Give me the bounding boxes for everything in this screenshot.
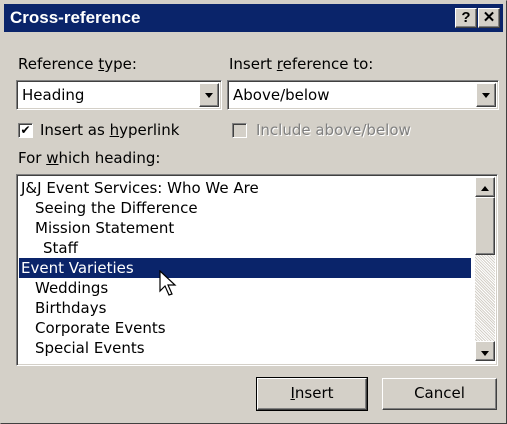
insert-reference-to-dropdown-button[interactable]: [476, 83, 496, 107]
list-item[interactable]: J&J Event Services: Who We Are: [19, 178, 471, 198]
close-icon: ✕: [482, 9, 496, 26]
vertical-scrollbar[interactable]: [475, 177, 495, 361]
dialog-title: Cross-reference: [10, 8, 141, 27]
list-item[interactable]: Staff: [19, 238, 471, 258]
list-item[interactable]: Mission Statement: [19, 218, 471, 238]
cancel-button[interactable]: Cancel: [382, 378, 497, 410]
insert-as-hyperlink-label[interactable]: Insert as hyperlink: [40, 121, 179, 139]
list-item[interactable]: Birthdays: [19, 298, 471, 318]
help-button[interactable]: ?: [455, 8, 477, 28]
scrollbar-thumb[interactable]: [475, 197, 495, 255]
chevron-down-icon: [205, 93, 213, 98]
reference-type-select[interactable]: Heading: [16, 80, 222, 110]
scroll-up-button[interactable]: [475, 177, 495, 197]
arrow-pointer-icon: [159, 270, 177, 296]
include-above-below-label: Include above/below: [256, 121, 411, 139]
list-item[interactable]: Special Events: [19, 338, 471, 358]
include-above-below-checkbox[interactable]: [232, 123, 247, 138]
chevron-down-icon: [482, 93, 490, 98]
list-item[interactable]: Weddings: [19, 278, 471, 298]
heading-list-items: J&J Event Services: Who We Are Seeing th…: [19, 178, 473, 362]
insert-reference-to-value: Above/below: [233, 86, 330, 104]
insert-button[interactable]: Insert: [256, 377, 368, 411]
cross-reference-dialog: Cross-reference ? ✕ Reference type: Head…: [0, 0, 507, 424]
reference-type-dropdown-button[interactable]: [199, 83, 219, 107]
insert-reference-to-select[interactable]: Above/below: [227, 80, 499, 110]
for-which-heading-label: For which heading:: [18, 149, 161, 167]
insert-as-hyperlink-checkbox[interactable]: ✔: [18, 123, 33, 138]
insert-reference-to-label: Insert reference to:: [229, 55, 374, 73]
close-button[interactable]: ✕: [478, 8, 500, 28]
title-bar: Cross-reference ? ✕: [4, 4, 503, 32]
reference-type-label: Reference type:: [18, 55, 137, 73]
heading-list[interactable]: J&J Event Services: Who We Are Seeing th…: [16, 174, 498, 366]
list-item[interactable]: Seeing the Difference: [19, 198, 471, 218]
list-item[interactable]: Corporate Events: [19, 318, 471, 338]
chevron-up-icon: [481, 186, 489, 191]
help-icon: ?: [461, 9, 471, 26]
scroll-down-button[interactable]: [475, 341, 495, 361]
list-item[interactable]: Event Varieties: [19, 258, 471, 278]
reference-type-value: Heading: [22, 86, 85, 104]
chevron-down-icon: [481, 351, 489, 356]
checkmark-icon: ✔: [20, 123, 31, 137]
